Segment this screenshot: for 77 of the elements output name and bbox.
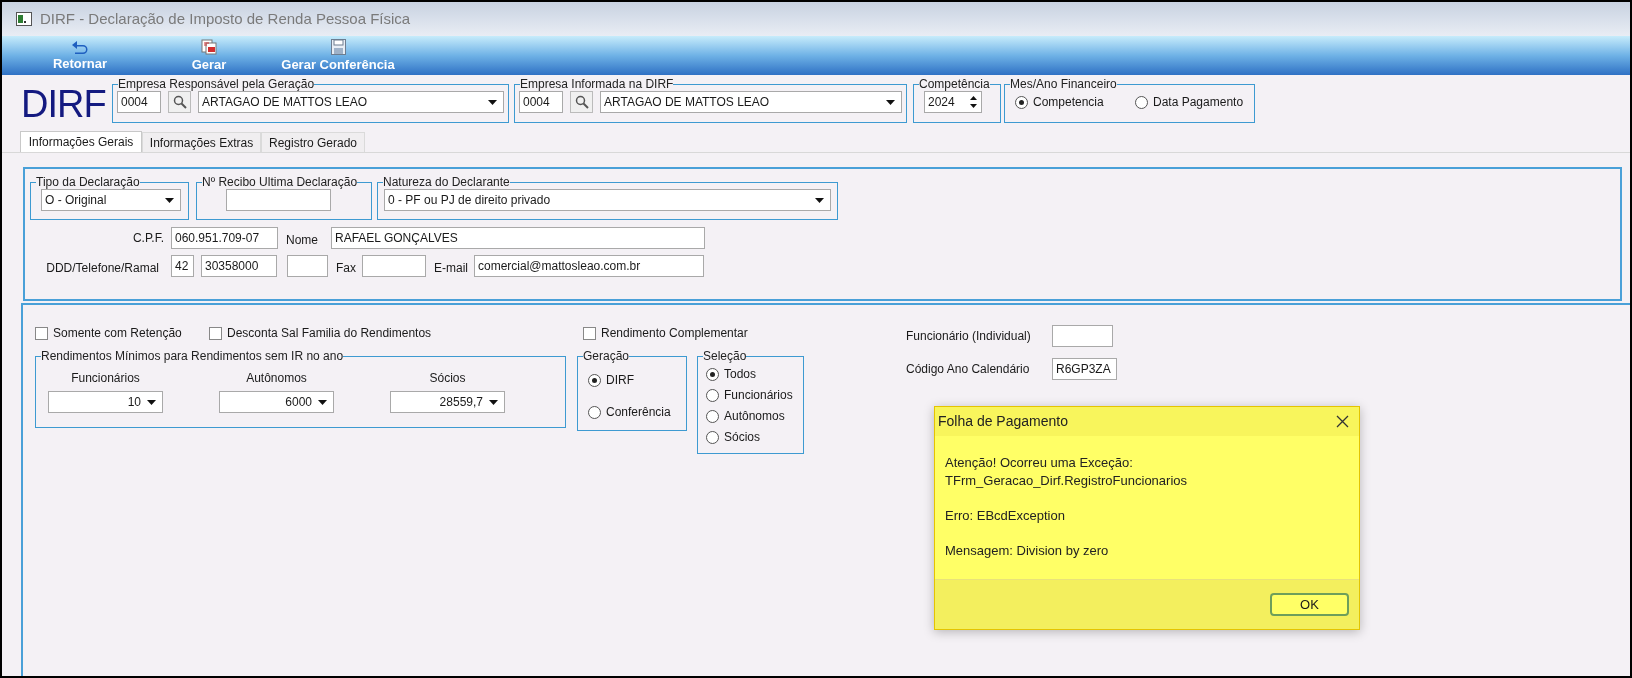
dropdown[interactable]: 10 — [48, 391, 163, 413]
input-field[interactable] — [362, 255, 426, 277]
tab[interactable]: Registro Gerado — [261, 132, 365, 152]
caret-icon — [489, 399, 498, 405]
field-label: Fax — [336, 260, 357, 277]
caret-icon — [886, 99, 895, 105]
input-field[interactable] — [226, 189, 331, 211]
spin-box[interactable]: 2024 — [924, 91, 982, 113]
field-label: DDD/Telefone/Ramal — [45, 260, 159, 277]
input-field[interactable]: 0004 — [117, 91, 161, 113]
caret-icon — [318, 399, 327, 405]
group-label: Geração — [583, 349, 630, 363]
close-icon — [1335, 415, 1349, 428]
field-label: Código Ano Calendário — [906, 361, 1031, 378]
input-field[interactable]: 0004 — [519, 91, 563, 113]
search-button[interactable] — [570, 91, 593, 113]
message-text: Mensagem: Division by zero — [945, 542, 1110, 560]
radio-button[interactable]: Conferência — [588, 403, 682, 421]
ok-button[interactable]: OK — [1270, 593, 1349, 616]
group-label: Empresa Responsável pela Geração — [118, 77, 315, 91]
input-field[interactable]: RAFAEL GONÇALVES — [331, 227, 705, 249]
caret-icon — [488, 99, 497, 105]
group-label: Tipo da Declaração — [36, 175, 140, 189]
group-label: Empresa Informada na DIRF — [520, 77, 674, 91]
search-button[interactable] — [168, 91, 191, 113]
radio-button[interactable]: Competencia — [1015, 93, 1135, 111]
field-label: Funcionários — [70, 370, 141, 387]
app-icon — [16, 12, 32, 26]
radio-button[interactable]: Data Pagamento — [1135, 93, 1244, 111]
input-field[interactable] — [287, 255, 328, 277]
caret-icon — [147, 399, 156, 405]
checkbox[interactable]: Somente com Retenção — [35, 324, 209, 342]
group-label: Mes/Ano Financeiro — [1010, 77, 1117, 91]
input-field[interactable] — [1052, 325, 1113, 347]
tab[interactable]: Informações Extras — [142, 132, 261, 152]
dialog-title: Folha de Pagamento — [938, 412, 1068, 431]
search-icon — [172, 95, 187, 109]
search-icon — [574, 95, 589, 109]
field-label: Nome — [286, 232, 319, 249]
undo-arrow-icon — [71, 40, 89, 54]
tab[interactable]: Informações Gerais — [20, 131, 142, 152]
caret-icon — [165, 197, 174, 203]
group-label: Rendimentos Mínimos para Rendimentos sem IR no ano — [41, 349, 344, 363]
caret-icon — [815, 197, 824, 203]
radio-button[interactable]: Todos — [706, 365, 799, 383]
input-field[interactable]: comercial@mattosleao.com.br — [474, 255, 704, 277]
checkbox[interactable]: Rendimento Complementar — [583, 324, 748, 342]
dropdown[interactable]: ARTAGAO DE MATTOS LEAO — [198, 91, 504, 113]
radio-button[interactable]: Autônomos — [706, 407, 799, 425]
field-label: E-mail — [434, 260, 469, 277]
group-label: Seleção — [703, 349, 747, 363]
group-label: Nº Recibo Ultima Declaração — [202, 175, 358, 189]
dropdown[interactable]: 28559,7 — [390, 391, 505, 413]
documents-icon — [201, 39, 217, 55]
field-label: Funcionário (Individual) — [906, 328, 1032, 345]
group-label: Natureza do Declarante — [383, 175, 510, 189]
window-title: DIRF - Declaração de Imposto de Renda Pessoa Física — [40, 8, 411, 29]
spinner-arrows-icon[interactable] — [969, 95, 978, 109]
field-label: Sócios — [428, 370, 467, 387]
checkbox[interactable]: Desconta Sal Familia do Rendimentos — [209, 324, 583, 342]
dropdown[interactable]: ARTAGAO DE MATTOS LEAO — [600, 91, 902, 113]
logo: DIRF — [21, 82, 106, 127]
group-label: Competência — [919, 77, 990, 91]
dropdown[interactable]: 6000 — [219, 391, 334, 413]
input-field[interactable]: 42 — [171, 255, 194, 277]
input-field[interactable]: 30358000 — [201, 255, 277, 277]
message-text: Erro: EBcdException — [945, 507, 1066, 525]
message-text: Atenção! Ocorreu uma Exceção: TFrm_Geracao_Dirf.RegistroFuncionarios — [945, 454, 1189, 490]
dropdown[interactable]: 0 - PF ou PJ de direito privado — [384, 189, 831, 211]
field-label: C.P.F. — [131, 230, 164, 247]
radio-button[interactable]: Sócios — [706, 428, 799, 446]
radio-button[interactable]: Funcionários — [706, 386, 799, 404]
input-field[interactable]: 060.951.709-07 — [171, 227, 278, 249]
dropdown[interactable]: O - Original — [41, 189, 181, 211]
radio-button[interactable]: DIRF — [588, 371, 682, 389]
field-label: Autônomos — [245, 370, 308, 387]
input-field[interactable]: R6GP3ZA — [1052, 358, 1117, 380]
